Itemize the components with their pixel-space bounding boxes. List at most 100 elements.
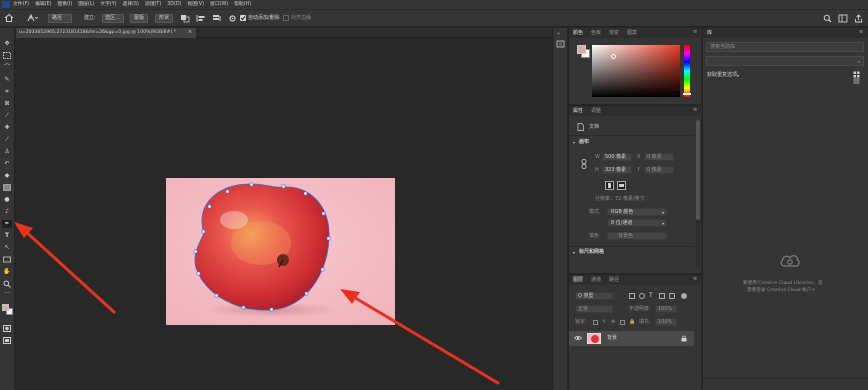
library-select[interactable]: ▾: [706, 56, 864, 66]
mask-button[interactable]: 蒙版: [130, 14, 148, 23]
eyedropper-tool-icon[interactable]: ⁄: [2, 112, 12, 120]
share-icon[interactable]: [854, 14, 863, 23]
screen-mode-icon[interactable]: [2, 337, 12, 345]
lock-all-icon[interactable]: 🔒: [629, 319, 635, 326]
y-field[interactable]: 0 像素: [644, 166, 674, 174]
history-panel-icon[interactable]: [556, 40, 565, 48]
mode-select[interactable]: RGB 颜色 ▾: [607, 208, 667, 216]
lock-pixels-icon[interactable]: ✎: [602, 319, 607, 326]
filter-type-icon[interactable]: T: [649, 292, 655, 300]
hue-slider-handle[interactable]: [683, 93, 691, 95]
menu-item-10[interactable]: 帮助(H): [234, 0, 251, 9]
properties-panel-tab-0[interactable]: 属性: [573, 106, 583, 116]
color-picker-field[interactable]: [592, 45, 680, 97]
libraries-search-field[interactable]: 搜索当前库: [706, 42, 864, 52]
tab-libraries[interactable]: 库: [707, 28, 712, 38]
path-arrangement-icon[interactable]: [212, 14, 222, 23]
menu-item-0[interactable]: 文件(F): [13, 0, 29, 9]
history-brush-tool-icon[interactable]: ↶: [2, 160, 12, 168]
orientation-portrait-icon[interactable]: [605, 181, 614, 190]
menu-item-7[interactable]: 3D(D): [167, 0, 181, 9]
filter-smart-object-icon[interactable]: [669, 293, 675, 299]
layer-visibility-eye-icon[interactable]: [574, 335, 582, 341]
quick-select-tool-icon[interactable]: ✎: [2, 76, 12, 84]
properties-scroll-thumb[interactable]: [696, 120, 700, 220]
collapse-panels-icon[interactable]: »: [557, 32, 565, 37]
menu-item-1[interactable]: 编辑(E): [35, 0, 51, 9]
x-field[interactable]: 0 像素: [644, 153, 674, 161]
lock-position-icon[interactable]: ✥: [611, 319, 616, 326]
color-panel-tab-2[interactable]: 渐变: [609, 28, 619, 38]
height-field[interactable]: 323 像素: [602, 166, 632, 174]
layers-panel-tab-2[interactable]: 路径: [609, 275, 619, 285]
menu-item-8[interactable]: 视图(V): [187, 0, 204, 9]
libraries-menu-icon[interactable]: ≡: [859, 30, 863, 35]
clone-stamp-tool-icon[interactable]: ♙: [2, 148, 12, 156]
home-icon[interactable]: [4, 13, 14, 23]
opacity-field[interactable]: 100%: [655, 305, 677, 313]
menu-item-2[interactable]: 图像(I): [57, 0, 72, 9]
menu-item-4[interactable]: 文字(Y): [100, 0, 116, 9]
layers-panel-tab-1[interactable]: 通道: [591, 275, 601, 285]
healing-brush-tool-icon[interactable]: ✚: [2, 124, 12, 132]
menu-item-9[interactable]: 窗口(W): [210, 0, 228, 9]
menu-item-3[interactable]: 图层(L): [78, 0, 94, 9]
library-option-chevron-icon[interactable]: ▾: [737, 72, 739, 79]
settings-gear-icon[interactable]: [228, 14, 237, 23]
color-panel-tab-3[interactable]: 图案: [627, 28, 637, 38]
pen-tool-preset-icon[interactable]: [26, 13, 39, 23]
color-panel-tab-1[interactable]: 色板: [591, 28, 601, 38]
make-selection-button[interactable]: 选区...: [102, 14, 124, 23]
crop-tool-icon[interactable]: ⌗: [2, 88, 12, 96]
gradient-tool-icon[interactable]: [2, 184, 12, 192]
link-dimensions-icon[interactable]: [581, 159, 587, 169]
filter-pixel-icon[interactable]: [629, 293, 635, 299]
list-view-icon[interactable]: [853, 78, 860, 84]
filter-adjustment-icon[interactable]: [639, 293, 645, 299]
layer-kind-filter[interactable]: Q 类型: [575, 292, 613, 300]
fill-opacity-field[interactable]: 100%: [655, 318, 677, 326]
library-option-label[interactable]: 获取重复选项: [707, 72, 737, 79]
filter-toggle-icon[interactable]: [681, 293, 687, 299]
properties-panel-tab-1[interactable]: 调整: [591, 106, 601, 116]
width-field[interactable]: 500 像素: [602, 153, 632, 161]
lock-transparent-icon[interactable]: [593, 320, 598, 325]
blend-mode-select[interactable]: 正常: [575, 305, 613, 313]
properties-scrollbar[interactable]: [696, 120, 700, 268]
menu-item-5[interactable]: 选择(S): [123, 0, 139, 9]
fg-color-chip[interactable]: [577, 45, 586, 54]
properties-menu-icon[interactable]: ≡: [693, 108, 697, 113]
workspace-icon[interactable]: [838, 14, 848, 23]
path-alignment-icon[interactable]: [196, 14, 206, 23]
lasso-tool-icon[interactable]: ⌒: [2, 64, 12, 72]
color-panel-tab-0[interactable]: 颜色: [573, 28, 583, 38]
document-tab[interactable]: u=2033652965,2723181418&fm=26&gp=0.jpg @…: [16, 28, 196, 38]
auto-add-delete-checkbox[interactable]: [240, 15, 246, 21]
frame-tool-icon[interactable]: ⊠: [2, 100, 12, 108]
rulers-section-chevron-icon[interactable]: ▾: [573, 250, 575, 256]
layers-panel-tab-0[interactable]: 图层: [573, 275, 583, 285]
marquee-tool-icon[interactable]: [2, 52, 12, 60]
foreground-color-swatch[interactable]: [2, 304, 9, 311]
fill-select[interactable]: 背景色: [607, 232, 667, 240]
grid-view-icon[interactable]: [853, 71, 860, 78]
move-tool-icon[interactable]: ✥: [2, 40, 12, 48]
eraser-tool-icon[interactable]: ◆: [2, 172, 12, 180]
path-operations-icon[interactable]: [180, 14, 190, 23]
hue-slider[interactable]: [683, 45, 691, 97]
panel-menu-icon[interactable]: ≡: [693, 30, 697, 35]
pen-mode-select[interactable]: 路径: [48, 14, 72, 23]
quick-mask-icon[interactable]: [2, 325, 12, 333]
menu-item-6[interactable]: 滤镜(T): [145, 0, 161, 9]
bit-depth-select[interactable]: 8 位/通道 ▾: [607, 219, 667, 227]
filter-shape-icon[interactable]: [659, 293, 665, 299]
layers-menu-icon[interactable]: ≡: [693, 277, 697, 282]
shape-button[interactable]: 形状: [155, 14, 173, 23]
layer-row[interactable]: 背景: [569, 331, 694, 346]
canvas-section-chevron-icon[interactable]: ▾: [573, 140, 575, 146]
lock-artboard-icon[interactable]: [620, 320, 625, 325]
align-edges-checkbox[interactable]: [283, 15, 289, 21]
document-close-icon[interactable]: ×: [188, 29, 192, 36]
brush-tool-icon[interactable]: ⁄: [2, 136, 12, 144]
search-icon[interactable]: [823, 14, 832, 23]
